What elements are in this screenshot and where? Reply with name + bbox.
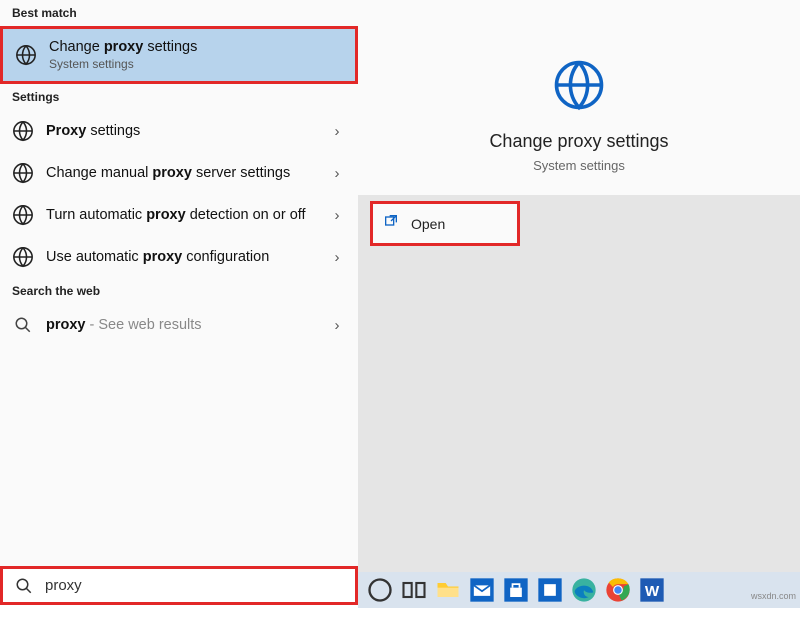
svg-text:W: W <box>645 583 660 600</box>
mail-icon[interactable] <box>468 576 496 604</box>
search-icon <box>12 314 34 336</box>
result-label: Use automatic proxy configuration <box>46 249 316 265</box>
globe-icon <box>552 58 606 117</box>
result-label: Proxy settings <box>46 123 316 139</box>
store-icon[interactable] <box>502 576 530 604</box>
result-turn-auto-proxy-detection[interactable]: Turn automatic proxy detection on or off… <box>0 194 358 236</box>
search-results-panel: Best match Change proxy settings System … <box>0 0 358 590</box>
best-match-highlight: Change proxy settings System settings <box>0 26 358 84</box>
open-label: Open <box>411 216 445 232</box>
edge-icon[interactable] <box>570 576 598 604</box>
file-explorer-icon[interactable] <box>434 576 462 604</box>
globe-icon <box>15 44 37 66</box>
chevron-right-icon: › <box>328 123 346 140</box>
chevron-right-icon: › <box>328 317 346 334</box>
best-match-result[interactable]: Change proxy settings System settings <box>3 29 355 81</box>
result-use-auto-proxy-config[interactable]: Use automatic proxy configuration › <box>0 236 358 278</box>
search-input[interactable] <box>45 577 345 594</box>
result-label: Change manual proxy server settings <box>46 165 316 181</box>
app-icon[interactable] <box>536 576 564 604</box>
detail-panel: Change proxy settings System settings Op… <box>358 0 800 590</box>
open-highlight: Open <box>370 201 520 246</box>
result-label: proxy - See web results <box>46 317 316 333</box>
chevron-right-icon: › <box>328 165 346 182</box>
task-view-icon[interactable] <box>400 576 428 604</box>
globe-icon <box>12 162 34 184</box>
cortana-icon[interactable] <box>366 576 394 604</box>
search-bar[interactable] <box>0 566 358 605</box>
detail-title: Change proxy settings <box>489 131 668 152</box>
open-button[interactable]: Open <box>373 204 517 243</box>
globe-icon <box>12 246 34 268</box>
best-match-subtitle: System settings <box>49 57 197 71</box>
word-icon[interactable]: W <box>638 576 666 604</box>
globe-icon <box>12 120 34 142</box>
best-match-title: Change proxy settings <box>49 39 197 55</box>
taskbar: W <box>358 572 800 608</box>
watermark: wsxdn.com <box>751 591 796 601</box>
result-label: Turn automatic proxy detection on or off <box>46 206 316 225</box>
chevron-right-icon: › <box>328 249 346 266</box>
detail-actions: Open <box>358 195 800 252</box>
chevron-right-icon: › <box>328 207 346 224</box>
search-icon <box>13 575 35 597</box>
result-web-proxy[interactable]: proxy - See web results › <box>0 304 358 346</box>
search-web-header: Search the web <box>0 278 358 304</box>
detail-header: Change proxy settings System settings <box>358 0 800 195</box>
result-proxy-settings[interactable]: Proxy settings › <box>0 110 358 152</box>
open-icon <box>383 213 399 234</box>
best-match-header: Best match <box>0 0 358 26</box>
detail-subtitle: System settings <box>533 158 625 173</box>
result-change-manual-proxy[interactable]: Change manual proxy server settings › <box>0 152 358 194</box>
settings-header: Settings <box>0 84 358 110</box>
globe-icon <box>12 204 34 226</box>
chrome-icon[interactable] <box>604 576 632 604</box>
